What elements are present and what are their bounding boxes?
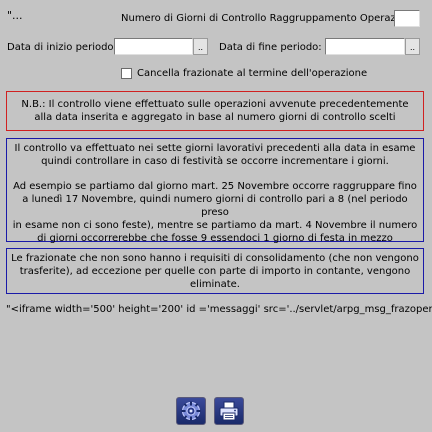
group-days-input[interactable] — [394, 10, 420, 27]
iframe-source-text: "<iframe width='500' height='200' id ='m… — [6, 304, 432, 315]
info-p2-line-2: a lunedì 17 Novembre, quindi numero gior… — [22, 194, 408, 218]
note-box: N.B.: Il controllo viene effettuato sull… — [6, 91, 424, 131]
start-date-input[interactable] — [114, 38, 193, 55]
start-date-label: Data di inizio periodo: — [7, 42, 117, 53]
end-date-input[interactable] — [325, 38, 405, 55]
info-p1-line-1: Il controllo va effettuato nei sette gio… — [14, 143, 416, 154]
info-p2-line-4: di giorni occorrerebbe che fosse 9 essen… — [37, 233, 393, 244]
printer-icon — [219, 401, 239, 421]
info-p2-line-1: Ad esempio se partiamo dal giorno mart. … — [13, 181, 417, 192]
info-p2-line-3: in esame non ci sono feste), mentre se p… — [12, 220, 418, 231]
start-date-picker-button[interactable]: .. — [193, 38, 208, 55]
cancel-fractioned-checkbox[interactable] — [121, 68, 132, 79]
info-box: Il controllo va effettuato nei sette gio… — [6, 138, 424, 244]
end-date-picker-button[interactable]: .. — [405, 38, 420, 55]
cancel-fractioned-label: Cancella frazionate al termine dell'oper… — [137, 68, 368, 79]
consolidation-line-2: trasferite), ad eccezione per quelle con… — [19, 266, 411, 277]
header-quote: "... — [7, 9, 23, 22]
execute-button[interactable] — [176, 397, 206, 425]
consolidation-line-3: eliminate. — [190, 279, 240, 290]
consolidation-box: Le frazionate che non sono hanno i requi… — [6, 248, 424, 294]
end-date-label: Data di fine periodo: — [219, 42, 322, 53]
info-p1-line-2: quindi controllare in caso di festività … — [41, 156, 389, 167]
note-line-2: alla data inserita e aggregato in base a… — [34, 112, 396, 123]
print-button[interactable] — [214, 397, 244, 425]
note-line-1: N.B.: Il controllo viene effettuato sull… — [21, 99, 409, 110]
group-days-label: Numero di Giorni di Controllo Raggruppam… — [121, 13, 418, 24]
gear-icon — [181, 401, 201, 421]
consolidation-line-1: Le frazionate che non sono hanno i requi… — [11, 253, 419, 264]
